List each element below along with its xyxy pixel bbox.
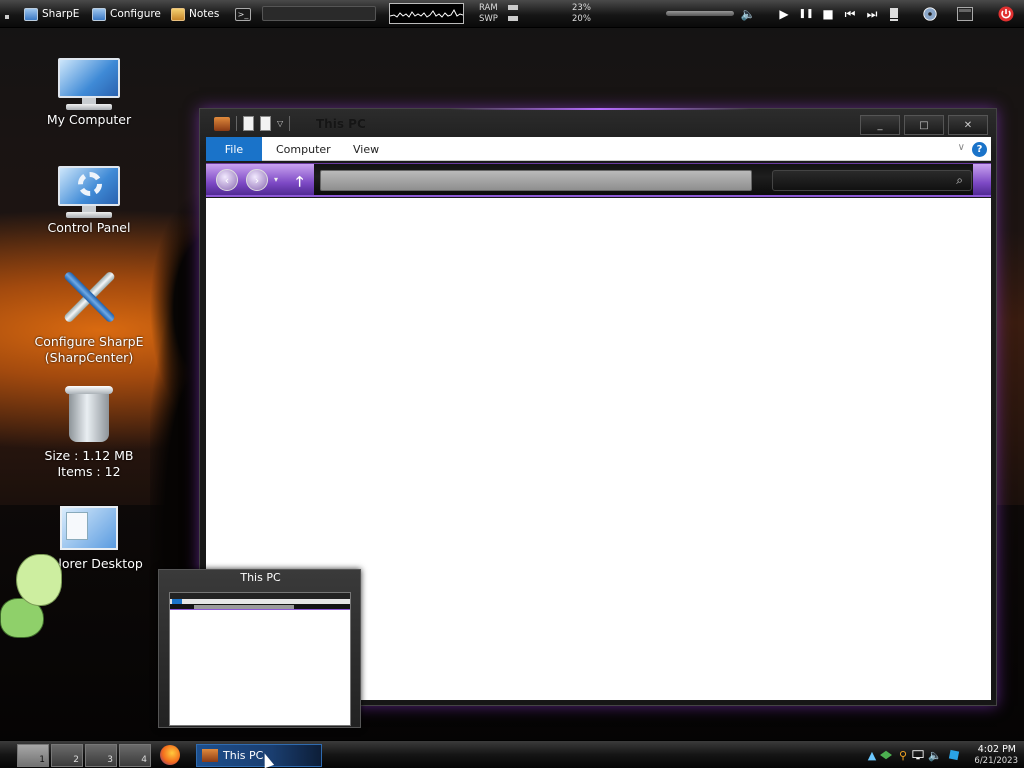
search-input[interactable]: ⌕: [772, 170, 972, 191]
next-icon[interactable]: ⏭: [864, 6, 880, 22]
cpu-graph: [389, 3, 464, 24]
help-icon[interactable]: ?: [972, 142, 987, 157]
my-computer-icon: [58, 58, 120, 110]
forward-button[interactable]: ›: [246, 169, 268, 191]
desktop-icon-label: (SharpCenter): [44, 350, 134, 365]
run-input[interactable]: [262, 6, 376, 21]
top-bar: SharpE Configure Notes >_ RAM SWP 23% 20…: [0, 0, 1024, 28]
swp-percent: 20%: [572, 14, 591, 24]
volume-icon[interactable]: 🔈: [740, 6, 756, 22]
desktop-icon-recycle-bin[interactable]: Size : 1.12 MB Items : 12: [24, 384, 154, 480]
monitor-icon: [92, 7, 106, 21]
address-bar[interactable]: [320, 170, 752, 191]
desktop-icon-label: My Computer: [46, 112, 132, 127]
terminal-button[interactable]: >_: [235, 5, 251, 23]
media-player-icon[interactable]: [922, 6, 938, 22]
back-button[interactable]: ‹: [216, 169, 238, 191]
play-icon[interactable]: ▶: [776, 6, 792, 22]
explorer-app-icon: [202, 749, 218, 762]
volume-slider[interactable]: [666, 11, 734, 16]
swp-label: SWP: [479, 14, 498, 24]
customize-dropdown-icon[interactable]: ▽: [277, 119, 283, 128]
sharpe-button[interactable]: SharpE: [24, 5, 79, 23]
divider: [236, 116, 237, 131]
desktop-icon-label: Configure SharpE: [34, 334, 144, 349]
menu-dot[interactable]: [5, 15, 9, 19]
recycle-bin-icon: [65, 384, 113, 442]
preview-title: This PC: [240, 571, 281, 584]
window-title: This PC: [316, 117, 366, 131]
eject-icon[interactable]: [886, 6, 902, 22]
pause-icon[interactable]: ❚❚: [798, 6, 814, 22]
explorer-app-icon[interactable]: [214, 116, 230, 131]
cpu-graph-line: [389, 8, 464, 18]
ribbon: File Computer View ∨ ?: [206, 137, 991, 161]
recent-locations-icon[interactable]: ▾: [274, 175, 278, 184]
search-tray-icon[interactable]: ⚲: [897, 749, 909, 762]
notes-icon: [171, 7, 185, 21]
virtual-desktop-2[interactable]: 2: [51, 744, 83, 767]
ram-bar: [508, 5, 518, 10]
monitor-icon: [24, 7, 38, 21]
desktop-icon-configure-sharpe[interactable]: Configure SharpE (SharpCenter): [24, 268, 154, 366]
tab-computer[interactable]: Computer: [262, 137, 345, 161]
search-icon[interactable]: ⌕: [956, 173, 963, 188]
navigation-bar: ‹ › ▾ 🡑 ⌕: [206, 163, 991, 197]
new-folder-icon[interactable]: [260, 116, 271, 131]
up-button[interactable]: 🡑: [296, 171, 303, 195]
explorer-desktop-icon: [60, 506, 118, 550]
ram-label: RAM: [479, 3, 498, 13]
properties-icon[interactable]: [243, 116, 254, 131]
minimize-button[interactable]: _: [860, 115, 900, 135]
app-tray-icon[interactable]: [948, 749, 960, 761]
desktop-icon-my-computer[interactable]: My Computer: [24, 58, 154, 128]
terminal-icon: >_: [235, 7, 251, 21]
notes-label: Notes: [189, 8, 220, 20]
virtual-desktop-3[interactable]: 3: [85, 744, 117, 767]
maximize-button[interactable]: □: [904, 115, 944, 135]
tab-file[interactable]: File: [206, 137, 262, 161]
sharpe-label: SharpE: [42, 8, 80, 20]
tab-view[interactable]: View: [339, 137, 393, 161]
clock-time[interactable]: 4:02 PM: [978, 744, 1016, 755]
virtual-desktop-4[interactable]: 4: [119, 744, 151, 767]
show-hidden-icons-icon[interactable]: ▲: [866, 749, 878, 762]
taskbar: 1 2 3 4 This PC ▲ ⚲ 🔈 4:02 PM 6/21/2023: [0, 740, 1024, 768]
notes-button[interactable]: Notes: [171, 5, 219, 23]
network-icon[interactable]: [880, 749, 892, 761]
previous-icon[interactable]: ⏮: [842, 6, 858, 22]
taskbar-preview[interactable]: This PC: [158, 569, 361, 728]
desktop-icon-control-panel[interactable]: Control Panel: [24, 166, 154, 236]
expand-ribbon-icon[interactable]: ∨: [958, 142, 965, 153]
tools-icon: [59, 268, 119, 328]
swp-bar: [508, 16, 518, 21]
console-icon[interactable]: [957, 6, 973, 22]
control-panel-icon: [58, 166, 120, 218]
virtual-desktop-1[interactable]: 1: [17, 744, 49, 767]
configure-button[interactable]: Configure: [92, 5, 161, 23]
configure-label: Configure: [110, 8, 161, 20]
recycle-bin-items: Items : 12: [57, 464, 121, 479]
nav-accent: [973, 164, 991, 195]
firefox-icon[interactable]: [160, 745, 180, 765]
stop-icon[interactable]: ■: [820, 6, 836, 22]
quick-access-toolbar: ▽: [214, 116, 291, 131]
preview-thumbnail[interactable]: [169, 592, 351, 726]
ram-percent: 23%: [572, 3, 591, 13]
divider: [289, 116, 291, 131]
close-button[interactable]: ✕: [948, 115, 988, 135]
desktop-character-sticker: [0, 552, 64, 644]
volume-tray-icon[interactable]: 🔈: [928, 749, 942, 762]
taskbar-item-label: This PC: [223, 749, 264, 762]
power-icon[interactable]: [998, 6, 1014, 22]
clock-date[interactable]: 6/21/2023: [974, 756, 1018, 766]
recycle-bin-size: Size : 1.12 MB: [44, 448, 134, 463]
desktop-icon-label: Control Panel: [47, 220, 131, 235]
display-icon[interactable]: [912, 749, 924, 761]
taskbar-item-this-pc[interactable]: This PC: [196, 744, 322, 767]
